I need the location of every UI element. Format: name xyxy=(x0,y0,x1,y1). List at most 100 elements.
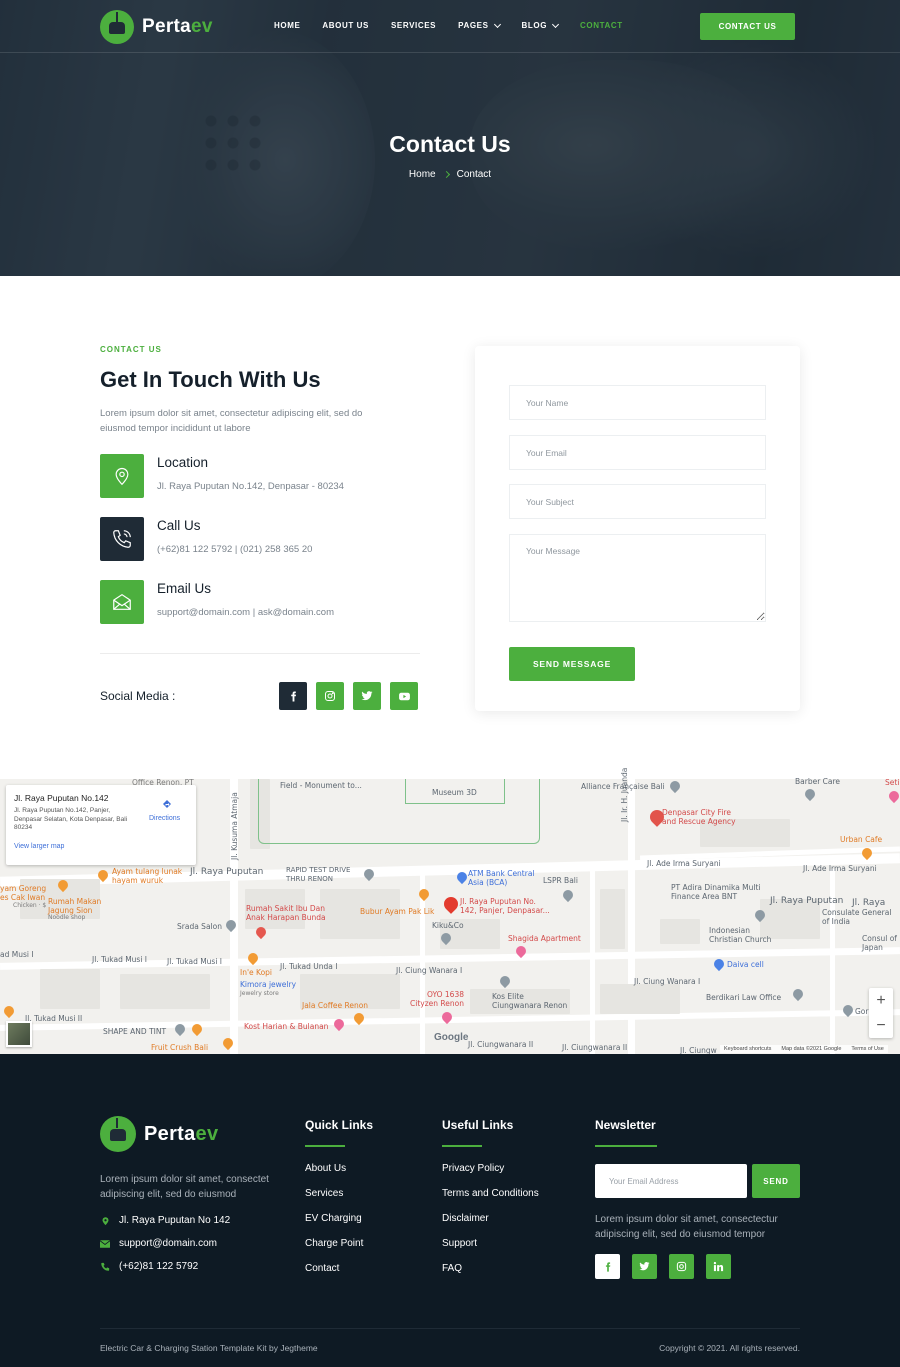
twitter-icon[interactable] xyxy=(632,1254,657,1279)
contact-phone-text: (+62)81 122 5792 | (021) 258 365 20 xyxy=(157,544,313,555)
footer-link-services[interactable]: Services xyxy=(305,1188,343,1199)
page-hero: Pertaev Home About Us Services Pages Blo… xyxy=(0,0,900,276)
section-title: Get In Touch With Us xyxy=(100,367,321,392)
footer-description: Lorem ipsum dolor sit amet, consectet ad… xyxy=(100,1174,269,1200)
map-label: LSPR Bali xyxy=(543,876,578,885)
message-field[interactable] xyxy=(509,534,766,622)
map-label: Jl. Ciungwanara II xyxy=(562,1043,628,1052)
newsletter-title: Newsletter xyxy=(595,1118,656,1132)
directions-link[interactable]: Directions xyxy=(149,815,180,822)
instagram-icon[interactable] xyxy=(669,1254,694,1279)
main-nav: Home About Us Services Pages Blog Contac… xyxy=(274,20,645,30)
map-label: Barber Care xyxy=(795,777,841,786)
map-label: Jl. Ciung Wanara I xyxy=(396,966,463,975)
keyboard-shortcuts-link[interactable]: Keyboard shortcuts xyxy=(724,1046,771,1052)
map-label: Noodle shop xyxy=(48,914,86,921)
twitter-icon[interactable] xyxy=(353,682,381,710)
phone-icon xyxy=(100,1262,110,1272)
map-info-title: Jl. Raya Puputan No.142 xyxy=(14,793,109,803)
footer-link-contact[interactable]: Contact xyxy=(305,1263,339,1274)
send-message-button[interactable]: SEND MESSAGE xyxy=(509,647,635,681)
footer-link-disclaimer[interactable]: Disclaimer xyxy=(442,1213,489,1224)
map-label: Jl. Ciungwanara II xyxy=(468,1040,534,1049)
map-label: Jl. Kusuma Atmaja xyxy=(230,792,239,860)
map-label: Jl. Ade Irma Suryani xyxy=(803,864,877,873)
youtube-icon[interactable] xyxy=(390,682,418,710)
map-label: Daiva cell xyxy=(727,960,764,969)
footer-link-about-us[interactable]: About Us xyxy=(305,1163,346,1174)
view-larger-map-link[interactable]: View larger map xyxy=(14,843,64,850)
header-divider xyxy=(0,52,900,53)
map-label: ad Musi I xyxy=(0,950,34,959)
map-block xyxy=(40,969,100,1009)
map-label: Jl. Tukad Musi I xyxy=(92,955,148,964)
map-label: Jl. Ade Irma Suryani xyxy=(647,859,721,868)
location-icon xyxy=(100,1216,110,1226)
contact-location-title: Location xyxy=(157,455,209,470)
footer-divider xyxy=(100,1328,800,1329)
map-label: Jl. Tukad Musi I xyxy=(167,957,223,966)
map-zoom-controls: + − xyxy=(869,988,893,1038)
contact-email: Email Us support@domain.com | ask@domain… xyxy=(100,580,334,624)
quick-links-title: Quick Links xyxy=(305,1118,374,1132)
map-label: yam Goreng es Cak Iwan xyxy=(0,884,47,902)
directions-icon[interactable] xyxy=(161,799,173,811)
facebook-icon[interactable] xyxy=(595,1254,620,1279)
location-icon xyxy=(100,454,144,498)
nav-blog[interactable]: Blog xyxy=(522,20,560,30)
map-label: Consul of Japan xyxy=(862,934,897,952)
breadcrumb-home[interactable]: Home xyxy=(409,169,436,180)
street-view-thumbnail[interactable] xyxy=(6,1021,32,1047)
logo-car-plug-icon xyxy=(100,1116,136,1152)
nav-services[interactable]: Services xyxy=(391,21,436,30)
footer-logo[interactable]: Pertaev xyxy=(100,1116,218,1152)
map-label: Chicken · $ xyxy=(13,902,47,909)
map-label: SHAPE AND TINT xyxy=(103,1027,167,1036)
nav-pages[interactable]: Pages xyxy=(458,20,501,30)
envelope-icon xyxy=(100,580,144,624)
section-description: Lorem ipsum dolor sit amet, consectetur … xyxy=(100,408,363,434)
footer-link-charge-point[interactable]: Charge Point xyxy=(305,1238,363,1249)
map-label: Kost Harian & Bulanan xyxy=(244,1022,329,1031)
nav-home[interactable]: Home xyxy=(274,21,300,30)
newsletter-description: Lorem ipsum dolor sit amet, consectectur… xyxy=(595,1214,778,1240)
map-label: Seti xyxy=(885,778,900,787)
map-label: Field - Monument to... xyxy=(280,781,362,790)
map-label: Berdikari Law Office xyxy=(706,993,782,1002)
section-divider xyxy=(100,653,420,654)
footer-link-ev-charging[interactable]: EV Charging xyxy=(305,1213,362,1224)
instagram-icon[interactable] xyxy=(316,682,344,710)
map-label: Kos Elite Ciungwanara Renon xyxy=(492,992,568,1010)
zoom-out-button[interactable]: − xyxy=(869,1013,893,1038)
subject-field[interactable] xyxy=(509,484,766,519)
footer-link-terms[interactable]: Terms and Conditions xyxy=(442,1188,539,1199)
map-label: Shagida Apartment xyxy=(508,934,581,943)
footer-link-support[interactable]: Support xyxy=(442,1238,477,1249)
map-label: Kiku&Co xyxy=(432,921,464,930)
map-label: Museum 3D xyxy=(432,788,477,797)
map-label: Jl. Raya Puputan xyxy=(190,867,264,877)
footer-link-privacy-policy[interactable]: Privacy Policy xyxy=(442,1163,504,1174)
header-contact-button[interactable]: CONTACT US xyxy=(700,13,795,40)
newsletter-send-button[interactable]: SEND xyxy=(752,1164,800,1198)
breadcrumb: Home Contact xyxy=(0,169,900,180)
chevron-right-icon xyxy=(442,170,450,179)
facebook-icon[interactable] xyxy=(279,682,307,710)
name-field[interactable] xyxy=(509,385,766,420)
newsletter-email-input[interactable] xyxy=(595,1164,747,1198)
header-logo[interactable]: Pertaev xyxy=(100,10,213,44)
map-footer: Keyboard shortcuts Map data ©2021 Google… xyxy=(720,1045,888,1053)
footer-address: Jl. Raya Puputan No 142 xyxy=(100,1215,230,1226)
terms-of-use-link[interactable]: Terms of Use xyxy=(851,1046,883,1052)
nav-about-us[interactable]: About Us xyxy=(322,21,369,30)
map-label: Rumah Makan Jagung Sion xyxy=(48,897,102,915)
map-label: Gor xyxy=(855,1007,869,1016)
footer-link-faq[interactable]: FAQ xyxy=(442,1263,462,1274)
email-field[interactable] xyxy=(509,435,766,470)
map-label: Ayam tulang lunak hayam wuruk xyxy=(112,867,183,885)
chevron-down-icon xyxy=(552,20,560,28)
zoom-in-button[interactable]: + xyxy=(869,988,893,1013)
linkedin-icon[interactable] xyxy=(706,1254,731,1279)
nav-contact[interactable]: Contact xyxy=(580,21,623,30)
footer-phone: (+62)81 122 5792 xyxy=(100,1261,198,1272)
